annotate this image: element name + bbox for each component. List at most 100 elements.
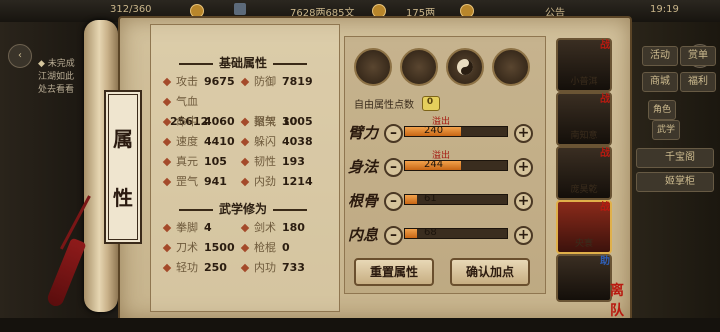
plus-button[interactable]: + <box>514 192 533 211</box>
diamond-icon <box>162 77 172 87</box>
stat-value: 0 <box>282 241 290 254</box>
diamond-icon <box>240 157 250 167</box>
reset-attributes-button[interactable]: 重置属性 <box>354 258 434 286</box>
menu-shop[interactable]: 商城 <box>642 72 678 92</box>
stat-label: 攻击 <box>176 75 198 88</box>
diamond-icon <box>162 97 172 107</box>
allocation-row: 臂力 – 溢出 240 + <box>348 117 538 148</box>
alloc-name: 臂力 <box>348 124 379 142</box>
stat-label: 真元 <box>176 155 198 168</box>
menu-small-2[interactable]: 武学 <box>652 120 680 140</box>
plus-button[interactable]: + <box>514 158 533 177</box>
party-member-name: 小普洱 <box>570 77 598 87</box>
gourd-icon[interactable] <box>492 48 530 86</box>
stat-value: 9675 <box>204 75 235 88</box>
diamond-icon <box>162 137 172 147</box>
alloc-fill <box>405 195 418 204</box>
alloc-bar[interactable] <box>404 126 508 137</box>
armor-icon[interactable] <box>400 48 438 86</box>
confirm-allocation-button[interactable]: 确认加点 <box>450 258 530 286</box>
minus-button[interactable]: – <box>384 158 403 177</box>
treasure-pavilion-button[interactable]: 千宝阁 <box>636 148 714 168</box>
attribute-tab-label: 属 性 <box>104 90 142 244</box>
diamond-icon <box>162 263 172 273</box>
alloc-name: 根骨 <box>348 192 379 210</box>
diamond-icon <box>162 157 172 167</box>
free-points-label: 自由属性点数 <box>354 100 414 111</box>
alloc-value: 244 <box>424 159 444 170</box>
plus-button[interactable]: + <box>514 124 533 143</box>
battle-tag: 战 <box>600 202 610 213</box>
stat-value: 4 <box>204 221 212 234</box>
stat-value: 733 <box>282 261 305 274</box>
support-tag: 助 <box>600 256 610 267</box>
menu-bounty[interactable]: 赏单 <box>680 46 716 66</box>
shopkeeper-button[interactable]: 姬掌柜 <box>636 172 714 192</box>
stat-row: 速度 4410 躲闪 4038 <box>162 132 334 152</box>
allocation-row: 根骨 – 61 + <box>348 186 538 216</box>
back-button[interactable]: ‹ <box>8 44 32 68</box>
minus-button[interactable]: – <box>384 226 403 245</box>
alloc-name: 身法 <box>348 158 379 176</box>
menu-activity[interactable]: 活动 <box>642 46 678 66</box>
battle-tag: 战 <box>600 94 610 105</box>
diamond-icon <box>240 77 250 87</box>
alloc-bar[interactable] <box>404 160 508 171</box>
stat-label: 内功 <box>254 261 276 274</box>
alloc-value: 61 <box>424 193 437 204</box>
stat-row: 罡气 941 内劲 1214 <box>162 172 334 192</box>
battle-tag: 战 <box>600 148 610 159</box>
diamond-icon <box>240 177 250 187</box>
stat-row: 轻功 250 内功 733 <box>162 258 334 278</box>
alloc-value: 68 <box>424 227 437 238</box>
stat-label: 刀术 <box>176 241 198 254</box>
stat-label: 命中 <box>176 115 198 128</box>
party-member-name: 庞昊乾 <box>570 185 598 195</box>
stat-label: 防御 <box>254 75 276 88</box>
stat-value: 105 <box>204 155 227 168</box>
stat-label: 躲闪 <box>254 135 276 148</box>
alloc-bar[interactable] <box>404 228 508 239</box>
stat-label: 轻功 <box>176 261 198 274</box>
stamina-text: 312/360 <box>110 4 152 15</box>
stat-row: 攻击 9675 防御 7819 <box>162 72 334 92</box>
silver-icon <box>234 3 246 15</box>
yinyang-icon[interactable] <box>446 48 484 86</box>
diamond-icon <box>162 177 172 187</box>
stat-label: 气血 <box>176 95 198 108</box>
plus-button[interactable]: + <box>514 226 533 245</box>
alloc-name: 内息 <box>348 226 379 244</box>
alloc-bar[interactable] <box>404 194 508 205</box>
tab-char-2: 性 <box>113 186 133 210</box>
stat-row: 拳脚 4 剑术 180 <box>162 218 334 238</box>
hat-icon[interactable] <box>354 48 392 86</box>
diamond-icon <box>162 223 172 233</box>
stat-value: 1214 <box>282 175 313 188</box>
minus-button[interactable]: – <box>384 192 403 211</box>
stat-label: 速度 <box>176 135 198 148</box>
leave-party-button[interactable]: 离队 <box>610 280 634 319</box>
diamond-icon <box>240 137 250 147</box>
stat-value: 7819 <box>282 75 313 88</box>
menu-welfare[interactable]: 福利 <box>680 72 716 92</box>
menu-small-1[interactable]: 角色 <box>648 100 676 120</box>
stat-value: 1500 <box>204 241 235 254</box>
stat-label: 拳脚 <box>176 221 198 234</box>
stat-value: 941 <box>204 175 227 188</box>
stat-row: 刀术 1500 枪棍 0 <box>162 238 334 258</box>
party-member-name: 央寰 <box>574 239 593 249</box>
diamond-icon <box>162 243 172 253</box>
free-points-value: 0 <box>426 97 434 107</box>
stat-value: 4060 <box>204 115 235 128</box>
stat-label: 剑术 <box>254 221 276 234</box>
allocation-row: 身法 – 溢出 244 + <box>348 151 538 182</box>
diamond-icon <box>240 117 250 127</box>
stat-value: 3005 <box>282 115 313 128</box>
alloc-value: 240 <box>424 125 444 136</box>
stat-label: 内劲 <box>254 175 276 188</box>
minus-button[interactable]: – <box>384 124 403 143</box>
basic-attributes-title: 基础属性 <box>168 54 318 71</box>
allocation-row: 内息 – 68 + <box>348 220 538 250</box>
stat-value: 250 <box>204 261 227 274</box>
stat-value: 180 <box>282 221 305 234</box>
